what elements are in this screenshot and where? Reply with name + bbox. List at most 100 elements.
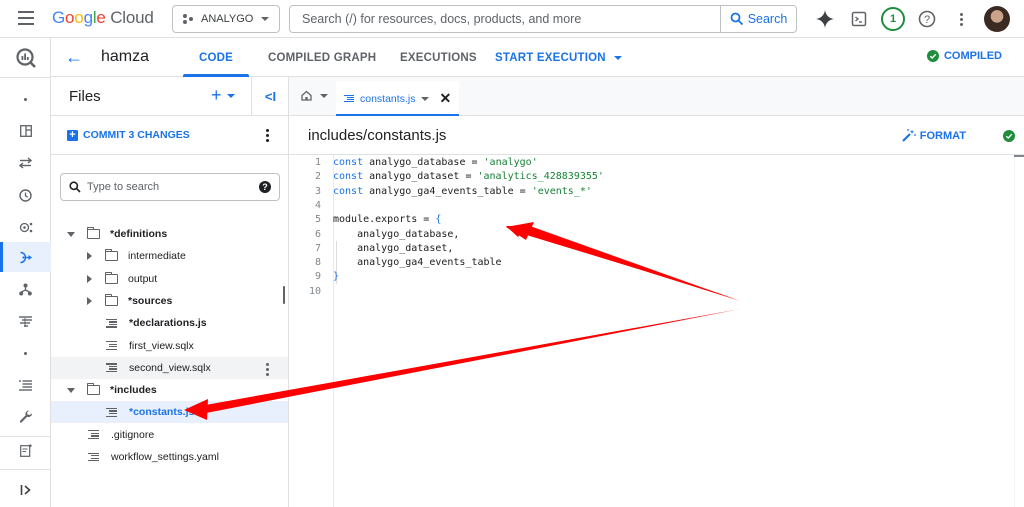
studio-icon[interactable] [0, 116, 51, 146]
top-icons: 1 ? [808, 5, 1024, 33]
tree-item[interactable]: output [51, 268, 288, 290]
code-line: 7 analygo_dataset, [289, 242, 989, 256]
add-file-button[interactable]: + [211, 85, 235, 106]
tree-item[interactable]: intermediate [51, 245, 288, 267]
tree-item[interactable]: .gitignore [51, 424, 288, 446]
collapse-panel-button[interactable]: <I [251, 77, 289, 116]
editor-area: constants.js ✕ includes/constants.js FOR… [289, 77, 1024, 507]
line-content: const analygo_dataset = 'analytics_42883… [333, 170, 604, 184]
chevron-down-icon [261, 17, 270, 21]
code-editor[interactable]: 1 const analygo_database = 'analygo' 2 cons… [289, 155, 1024, 507]
folder-icon [86, 227, 100, 239]
close-icon[interactable]: ✕ [439, 90, 451, 107]
chevron-down-icon[interactable] [421, 96, 430, 101]
scheduled-queries-icon[interactable] [0, 180, 51, 210]
files-panel: Files + <I + COMMIT 3 CHANGES ? *definit… [51, 77, 289, 507]
code-line: 2 const analygo_dataset = 'analytics_4288… [289, 170, 989, 184]
global-search-input[interactable] [290, 6, 720, 32]
tree-item-label: *definitions [110, 228, 168, 240]
check-circle-icon [1003, 130, 1015, 142]
line-number: 2 [314, 171, 321, 183]
expand-more-icon[interactable] [83, 273, 95, 285]
cloud-shell-icon[interactable] [842, 11, 876, 27]
line-number: 5 [314, 214, 321, 226]
file-code-icon [88, 452, 99, 462]
line-number: 9 [314, 271, 321, 283]
more-vert-icon[interactable] [266, 129, 269, 142]
format-button[interactable]: FORMAT [901, 129, 966, 142]
code-token: analygo_database, [333, 228, 460, 240]
tree-item[interactable]: *includes [51, 379, 288, 401]
editor-scrollbar[interactable] [1014, 155, 1024, 507]
project-name: ANALYGO [201, 13, 254, 25]
tree-item[interactable]: second_view.sqlx [51, 356, 288, 379]
compilation-status[interactable]: COMPILED [926, 50, 1002, 62]
tab-executions[interactable]: EXECUTIONS [400, 38, 477, 77]
notifications-button[interactable]: 1 [876, 7, 910, 31]
help-icon[interactable]: ? [910, 10, 944, 28]
search-button[interactable]: Search [720, 6, 796, 32]
line-number: 3 [314, 185, 321, 197]
chevron-down-icon [613, 55, 622, 60]
tree-scrollbar[interactable] [283, 286, 285, 304]
jobs-list-icon[interactable] [0, 370, 51, 400]
dataform-icon[interactable] [0, 242, 51, 272]
tree-item-label: *sources [128, 294, 173, 307]
data-transfers-icon[interactable] [0, 148, 51, 178]
folder-icon [104, 271, 118, 284]
pipelines-icon[interactable] [0, 274, 51, 304]
tree-item[interactable]: first_view.sqlx [51, 335, 288, 357]
file-search-input[interactable] [87, 181, 259, 193]
expand-more-icon[interactable] [83, 250, 95, 262]
code-token: 'analygo' [483, 157, 538, 168]
editor-tab-constants[interactable]: constants.js ✕ [336, 81, 460, 116]
code-token: analygo_database = [363, 157, 484, 168]
plus-icon: + [211, 85, 222, 105]
project-picker-button[interactable]: ANALYGO [172, 5, 280, 33]
code-token: } [333, 271, 340, 283]
gemini-sparkle-icon[interactable] [808, 10, 842, 28]
start-execution-button[interactable]: START EXECUTION [495, 38, 622, 77]
tab-compiled-graph[interactable]: COMPILED GRAPH [268, 38, 376, 77]
avatar[interactable] [984, 6, 1010, 32]
expand-nav-icon[interactable] [0, 475, 51, 505]
code-token: 'events_*' [531, 185, 592, 197]
tab-code[interactable]: CODE [183, 38, 249, 77]
code-line: 1 const analygo_database = 'analygo' [289, 156, 989, 170]
search-icon [730, 12, 743, 26]
back-arrow-icon[interactable]: ← [65, 48, 83, 66]
tree-item[interactable]: *constants.js [51, 401, 288, 424]
release-notes-icon[interactable] [0, 435, 51, 465]
google-cloud-logo[interactable]: Google Cloud [52, 8, 154, 28]
chevron-down-icon [320, 93, 328, 98]
tree-item-label: .gitignore [111, 428, 155, 441]
tree-item[interactable]: *sources [51, 290, 288, 312]
line-number: 7 [314, 242, 321, 254]
help-icon[interactable]: ? [259, 181, 271, 193]
tree-item[interactable]: *definitions [51, 223, 288, 245]
folder-icon [86, 383, 100, 396]
tree-item-label: second_view.sqlx [129, 361, 211, 374]
expand-less-icon[interactable] [65, 384, 77, 396]
tree-item[interactable]: *declarations.js [51, 312, 288, 334]
wrench-icon[interactable] [0, 402, 51, 432]
expand-less-icon[interactable] [65, 228, 77, 240]
home-tab[interactable] [301, 90, 328, 101]
bigquery-logo-icon[interactable] [0, 42, 51, 74]
code-token: analygo_dataset, [333, 242, 454, 254]
expand-more-icon[interactable] [83, 295, 95, 307]
filter-list-icon[interactable] [0, 306, 51, 336]
more-vert-icon[interactable] [944, 12, 978, 26]
file-code-icon [106, 363, 117, 373]
tree-item[interactable]: workflow_settings.yaml [51, 446, 288, 468]
analytics-hub-icon[interactable] [0, 212, 51, 242]
line-number: 4 [314, 199, 321, 211]
code-line: 4 [289, 199, 989, 213]
line-content: analygo_database, [333, 228, 459, 242]
more-vert-icon[interactable] [266, 362, 269, 376]
main-menu-icon[interactable] [18, 11, 34, 25]
commit-changes-button[interactable]: + COMMIT 3 CHANGES [67, 129, 190, 141]
dot-icon[interactable] [0, 338, 51, 368]
file-code-icon [88, 430, 99, 440]
dot-icon[interactable] [0, 84, 51, 114]
